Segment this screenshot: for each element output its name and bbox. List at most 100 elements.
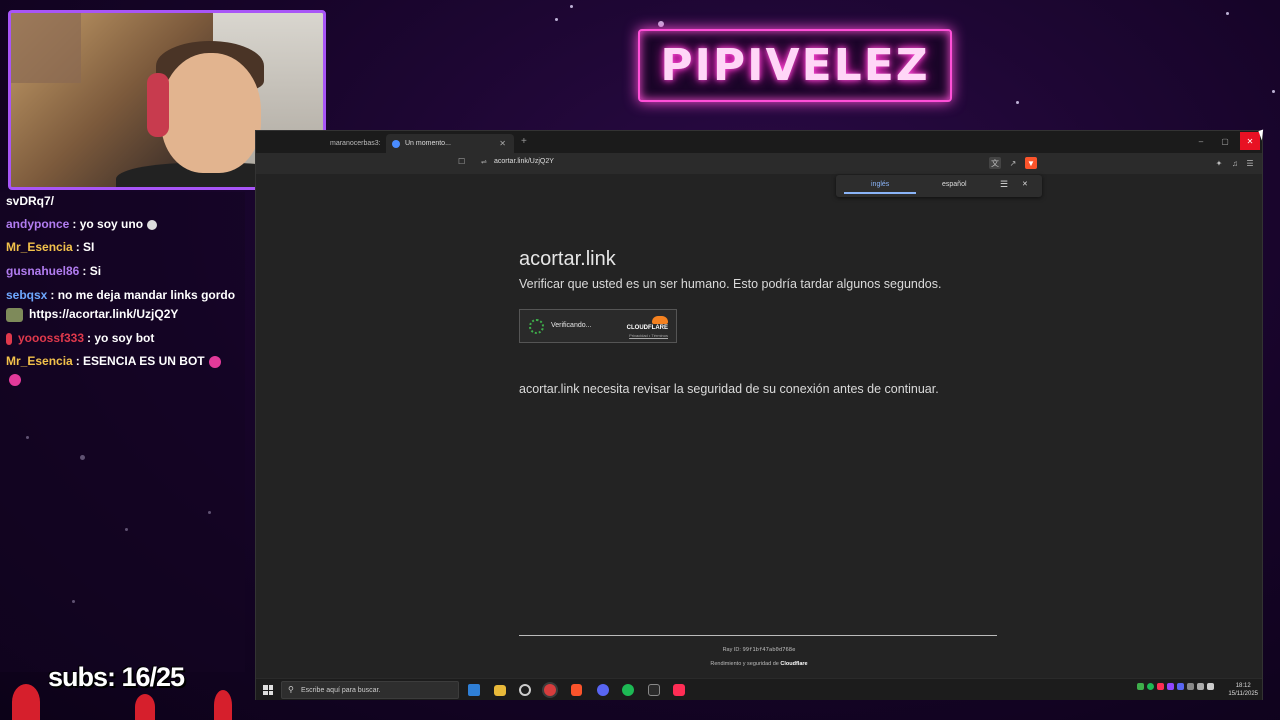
browser-tab-bar: maranocerbas3: Un momento... ✕ + – ▢ ✕ xyxy=(256,131,1262,153)
translate-options-icon[interactable]: ☰ xyxy=(1000,179,1008,190)
chat-message: https://acortar.link/UzjQ2Y xyxy=(6,307,178,322)
chat-message: andyponce: yo soy uno xyxy=(6,217,158,231)
chat-text: : Si xyxy=(82,264,102,278)
security-message: acortar.link necesita revisar la segurid… xyxy=(519,382,939,396)
brand-logo: PIPIVELEZ xyxy=(638,29,952,102)
chat-username: sebqsx xyxy=(6,288,48,302)
chat-link: https://acortar.link/UzjQ2Y xyxy=(29,307,179,321)
brave-shield-icon[interactable]: ▼ xyxy=(1025,157,1037,169)
brand-title: PIPIVELEZ xyxy=(660,40,930,91)
obs-icon[interactable] xyxy=(544,684,556,696)
chat-text: : ESENCIA ES UN BOT xyxy=(75,354,205,368)
tray-app-icon[interactable] xyxy=(1137,683,1144,690)
tab-active[interactable]: Un momento... ✕ xyxy=(386,134,514,153)
headphone-icon xyxy=(147,73,169,137)
chat-text: : yo soy bot xyxy=(87,331,155,345)
share-icon[interactable]: ↗ xyxy=(1007,157,1019,169)
capcut-icon[interactable] xyxy=(648,684,660,696)
translate-popup: inglés español ☰ ✕ xyxy=(836,175,1042,197)
chat-username: yooossf333 xyxy=(18,331,85,345)
captcha-status: Verificando... xyxy=(551,322,592,329)
extensions-icon[interactable]: ✦ xyxy=(1213,157,1225,169)
app-icon[interactable] xyxy=(468,684,480,696)
volume-icon[interactable] xyxy=(1207,683,1214,690)
tray-app-icon[interactable] xyxy=(1167,683,1174,690)
tray-app-icon[interactable] xyxy=(1187,683,1194,690)
translate-icon[interactable]: 文 xyxy=(989,157,1001,169)
subs-goal-counter: subs: 16/25 xyxy=(48,662,185,692)
file-explorer-icon[interactable] xyxy=(494,685,506,696)
star xyxy=(570,5,573,8)
favicon-icon xyxy=(392,139,400,148)
windows-taskbar: ⚲ Escribe aquí para buscar. 18:12 15/11/… xyxy=(256,678,1262,700)
chat-text: : SI xyxy=(75,240,95,254)
chatgpt-icon[interactable] xyxy=(519,684,531,696)
star xyxy=(1016,101,1019,104)
cloudflare-logo: CLOUDFLARE xyxy=(626,325,668,331)
webcam-background-shelf xyxy=(11,13,81,83)
search-placeholder: Escribe aquí para buscar. xyxy=(301,687,381,694)
media-icon[interactable]: ♫ xyxy=(1229,157,1241,169)
heart-emote-icon xyxy=(208,355,221,368)
footer-divider xyxy=(519,635,997,636)
clock-date: 15/11/2025 xyxy=(1228,691,1258,697)
ray-id: Ray ID: 99f1bf47ab0d768e xyxy=(256,647,1262,653)
page-subtitle: Verificar que usted es un ser humano. Es… xyxy=(519,277,942,291)
translate-source-language[interactable]: inglés xyxy=(871,181,889,188)
clock-time: 18:12 xyxy=(1235,683,1251,689)
cloudflare-captcha-widget[interactable]: Verificando... CLOUDFLARE Privacidad • T… xyxy=(519,309,677,343)
flame-decoration xyxy=(12,684,40,720)
discord-icon[interactable] xyxy=(597,684,609,696)
tray-app-icon[interactable] xyxy=(1157,683,1164,690)
heart-emote-icon xyxy=(9,373,21,386)
emote-icon xyxy=(6,307,23,322)
tray-spotify-icon[interactable] xyxy=(1147,683,1154,690)
windows-start-icon[interactable] xyxy=(263,685,273,695)
tray-app-icon[interactable] xyxy=(1177,683,1184,690)
close-window-button[interactable]: ✕ xyxy=(1240,132,1260,150)
performance-credit: Rendimiento y seguridad de Cloudflare xyxy=(256,661,1262,667)
search-icon: ⚲ xyxy=(288,685,294,694)
stream-chat: svDRq7/ andyponce: yo soy uno Mr_Esencia… xyxy=(0,192,245,672)
chat-username: Mr_Esencia xyxy=(6,240,73,254)
chat-message: sebqsx: no me deja mandar links gordo xyxy=(6,288,235,302)
taskbar-clock[interactable]: 18:12 15/11/2025 xyxy=(1228,682,1258,698)
chat-message: Mr_Esencia: ESENCIA ES UN BOT xyxy=(6,354,221,368)
url-field[interactable]: acortar.link/UzjQ2Y xyxy=(494,158,554,165)
cloudflare-link[interactable]: Cloudflare xyxy=(780,661,807,667)
brave-browser-icon[interactable] xyxy=(571,684,582,696)
bookmark-icon[interactable]: ☐ xyxy=(458,157,465,166)
translate-target-language[interactable]: español xyxy=(942,181,967,188)
maximize-button[interactable]: ▢ xyxy=(1215,132,1235,150)
translate-close-icon[interactable]: ✕ xyxy=(1022,180,1028,188)
new-tab-button[interactable]: + xyxy=(521,136,527,147)
ray-id-label: Ray ID: xyxy=(722,647,741,653)
address-bar: ☐ ⇌ acortar.link/UzjQ2Y 文 ↗ ▼ ✦ ♫ ☰ xyxy=(256,153,1262,174)
tab-close-icon[interactable]: ✕ xyxy=(499,139,506,148)
chat-text: svDRq7/ xyxy=(6,194,55,208)
tab-previous[interactable]: maranocerbas3: xyxy=(324,134,382,153)
emote-icon xyxy=(147,219,158,230)
chat-username: gusnahuel86 xyxy=(6,264,80,278)
spotify-icon[interactable] xyxy=(622,684,634,696)
menu-icon[interactable]: ☰ xyxy=(1244,157,1256,169)
performance-text: Rendimiento y seguridad de xyxy=(710,661,779,667)
captcha-links[interactable]: Privacidad • Términos xyxy=(629,333,668,338)
network-icon[interactable] xyxy=(1197,683,1204,690)
tab-label: Un momento... xyxy=(405,140,451,147)
tab-label: maranocerbas3: xyxy=(330,140,381,147)
site-info-icon[interactable]: ⇌ xyxy=(481,158,487,166)
star xyxy=(1226,12,1229,15)
star xyxy=(1272,90,1275,93)
chat-message: svDRq7/ xyxy=(6,194,54,208)
chat-message xyxy=(6,372,21,386)
chat-text: : yo soy uno xyxy=(72,217,144,231)
desktop-capture: maranocerbas3: Un momento... ✕ + – ▢ ✕ ☐… xyxy=(255,130,1263,700)
star xyxy=(555,18,558,21)
taskbar-search[interactable]: ⚲ Escribe aquí para buscar. xyxy=(281,681,459,699)
chat-message: yooossf333: yo soy bot xyxy=(6,331,154,345)
tiktok-icon[interactable] xyxy=(673,684,685,696)
star xyxy=(658,21,664,27)
chat-text: : no me deja mandar links gordo xyxy=(50,288,236,302)
minimize-button[interactable]: – xyxy=(1191,132,1211,150)
